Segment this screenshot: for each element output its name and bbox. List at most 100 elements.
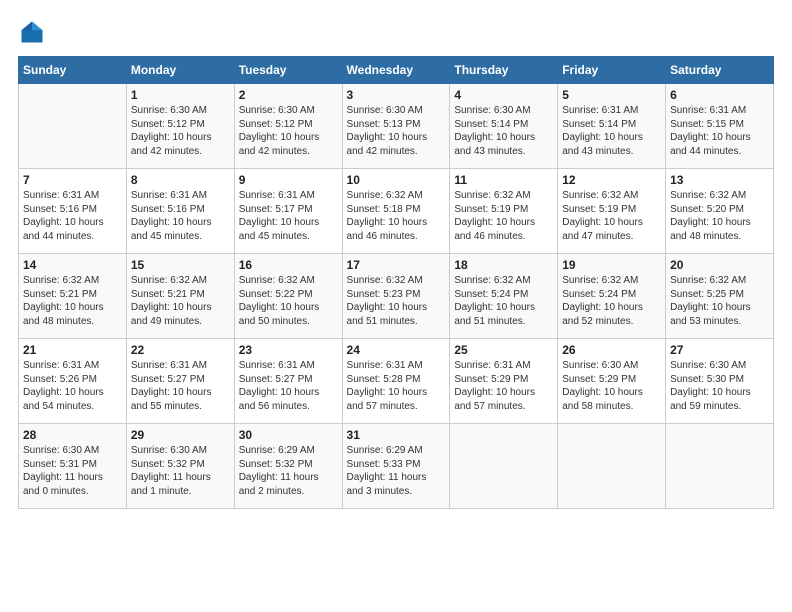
day-info: Sunrise: 6:30 AM Sunset: 5:30 PM Dayligh… [670, 359, 769, 413]
day-info: Sunrise: 6:32 AM Sunset: 5:19 PM Dayligh… [454, 189, 553, 243]
day-info: Sunrise: 6:30 AM Sunset: 5:31 PM Dayligh… [23, 444, 122, 498]
calendar-cell: 4Sunrise: 6:30 AM Sunset: 5:14 PM Daylig… [450, 84, 558, 169]
day-number: 29 [131, 428, 230, 442]
day-number: 19 [562, 258, 661, 272]
day-info: Sunrise: 6:32 AM Sunset: 5:19 PM Dayligh… [562, 189, 661, 243]
day-number: 13 [670, 173, 769, 187]
logo [18, 18, 50, 46]
calendar-cell [666, 424, 774, 509]
day-info: Sunrise: 6:32 AM Sunset: 5:23 PM Dayligh… [347, 274, 446, 328]
calendar-body: 1 Sunrise: 6:30 AM Sunset: 5:12 PM Daylig… [19, 84, 774, 509]
calendar-cell: 10 Sunrise: 6:32 AM Sunset: 5:18 PM Dayli… [342, 169, 450, 254]
day-number: 6 [670, 88, 769, 102]
day-info: Sunrise: 6:31 AM Sunset: 5:26 PM Dayligh… [23, 359, 122, 413]
day-number: 15 [131, 258, 230, 272]
day-number: 9 [239, 173, 338, 187]
day-number: 11 [454, 173, 553, 187]
calendar-cell: 13 Sunrise: 6:32 AM Sunset: 5:20 PM Dayli… [666, 169, 774, 254]
day-info: Sunrise: 6:32 AM Sunset: 5:22 PM Dayligh… [239, 274, 338, 328]
day-info: Sunrise: 6:29 AM Sunset: 5:33 PM Dayligh… [347, 444, 446, 498]
day-number: 18 [454, 258, 553, 272]
calendar-cell: 31 Sunrise: 6:29 AM Sunset: 5:33 PM Dayli… [342, 424, 450, 509]
day-number: 8 [131, 173, 230, 187]
calendar-cell: 20 Sunrise: 6:32 AM Sunset: 5:25 PM Dayli… [666, 254, 774, 339]
day-number: 30 [239, 428, 338, 442]
day-info: Sunrise: 6:30 AM Sunset: 5:13 PM Dayligh… [347, 104, 446, 158]
week-row-2: 7 Sunrise: 6:31 AM Sunset: 5:16 PM Daylig… [19, 169, 774, 254]
day-info: Sunrise: 6:32 AM Sunset: 5:21 PM Dayligh… [23, 274, 122, 328]
day-info: Sunrise: 6:31 AM Sunset: 5:28 PM Dayligh… [347, 359, 446, 413]
day-number: 3 [347, 88, 446, 102]
column-header-saturday: Saturday [666, 57, 774, 84]
day-number: 7 [23, 173, 122, 187]
day-number: 16 [239, 258, 338, 272]
calendar-cell: 17 Sunrise: 6:32 AM Sunset: 5:23 PM Dayli… [342, 254, 450, 339]
calendar-cell: 16 Sunrise: 6:32 AM Sunset: 5:22 PM Dayli… [234, 254, 342, 339]
day-number: 31 [347, 428, 446, 442]
day-info: Sunrise: 6:31 AM Sunset: 5:15 PM Dayligh… [670, 104, 769, 158]
calendar-cell: 19 Sunrise: 6:32 AM Sunset: 5:24 PM Dayli… [558, 254, 666, 339]
day-info: Sunrise: 6:30 AM Sunset: 5:12 PM Dayligh… [131, 104, 230, 158]
calendar-table: SundayMondayTuesdayWednesdayThursdayFrid… [18, 56, 774, 509]
day-info: Sunrise: 6:31 AM Sunset: 5:17 PM Dayligh… [239, 189, 338, 243]
day-number: 1 [131, 88, 230, 102]
calendar-cell [450, 424, 558, 509]
day-number: 12 [562, 173, 661, 187]
week-row-4: 21Sunrise: 6:31 AM Sunset: 5:26 PM Dayli… [19, 339, 774, 424]
day-info: Sunrise: 6:31 AM Sunset: 5:16 PM Dayligh… [131, 189, 230, 243]
calendar-cell: 5Sunrise: 6:31 AM Sunset: 5:14 PM Daylig… [558, 84, 666, 169]
calendar-cell: 7 Sunrise: 6:31 AM Sunset: 5:16 PM Daylig… [19, 169, 127, 254]
calendar-cell: 14 Sunrise: 6:32 AM Sunset: 5:21 PM Dayli… [19, 254, 127, 339]
day-number: 17 [347, 258, 446, 272]
day-number: 2 [239, 88, 338, 102]
page-header [18, 18, 774, 46]
day-info: Sunrise: 6:30 AM Sunset: 5:32 PM Dayligh… [131, 444, 230, 498]
day-number: 5 [562, 88, 661, 102]
calendar-cell: 3 Sunrise: 6:30 AM Sunset: 5:13 PM Daylig… [342, 84, 450, 169]
day-number: 26 [562, 343, 661, 357]
day-info: Sunrise: 6:29 AM Sunset: 5:32 PM Dayligh… [239, 444, 338, 498]
calendar-cell: 26 Sunrise: 6:30 AM Sunset: 5:29 PM Dayli… [558, 339, 666, 424]
day-number: 27 [670, 343, 769, 357]
day-info: Sunrise: 6:32 AM Sunset: 5:24 PM Dayligh… [562, 274, 661, 328]
column-header-sunday: Sunday [19, 57, 127, 84]
day-number: 24 [347, 343, 446, 357]
day-info: Sunrise: 6:30 AM Sunset: 5:12 PM Dayligh… [239, 104, 338, 158]
calendar-cell: 27 Sunrise: 6:30 AM Sunset: 5:30 PM Dayli… [666, 339, 774, 424]
column-header-wednesday: Wednesday [342, 57, 450, 84]
column-header-friday: Friday [558, 57, 666, 84]
day-info: Sunrise: 6:31 AM Sunset: 5:29 PM Dayligh… [454, 359, 553, 413]
calendar-cell: 21Sunrise: 6:31 AM Sunset: 5:26 PM Dayli… [19, 339, 127, 424]
week-row-1: 1 Sunrise: 6:30 AM Sunset: 5:12 PM Daylig… [19, 84, 774, 169]
day-number: 28 [23, 428, 122, 442]
week-row-5: 28 Sunrise: 6:30 AM Sunset: 5:31 PM Dayli… [19, 424, 774, 509]
day-info: Sunrise: 6:32 AM Sunset: 5:24 PM Dayligh… [454, 274, 553, 328]
calendar-cell: 12 Sunrise: 6:32 AM Sunset: 5:19 PM Dayli… [558, 169, 666, 254]
calendar-cell: 30 Sunrise: 6:29 AM Sunset: 5:32 PM Dayli… [234, 424, 342, 509]
day-number: 14 [23, 258, 122, 272]
calendar-cell: 22Sunrise: 6:31 AM Sunset: 5:27 PM Dayli… [126, 339, 234, 424]
day-info: Sunrise: 6:31 AM Sunset: 5:27 PM Dayligh… [239, 359, 338, 413]
day-info: Sunrise: 6:31 AM Sunset: 5:16 PM Dayligh… [23, 189, 122, 243]
column-header-thursday: Thursday [450, 57, 558, 84]
calendar-cell: 25 Sunrise: 6:31 AM Sunset: 5:29 PM Dayli… [450, 339, 558, 424]
day-info: Sunrise: 6:30 AM Sunset: 5:29 PM Dayligh… [562, 359, 661, 413]
day-number: 23 [239, 343, 338, 357]
day-number: 10 [347, 173, 446, 187]
calendar-cell: 18 Sunrise: 6:32 AM Sunset: 5:24 PM Dayli… [450, 254, 558, 339]
day-number: 25 [454, 343, 553, 357]
logo-icon [18, 18, 46, 46]
calendar-cell [19, 84, 127, 169]
day-info: Sunrise: 6:30 AM Sunset: 5:14 PM Dayligh… [454, 104, 553, 158]
day-info: Sunrise: 6:32 AM Sunset: 5:20 PM Dayligh… [670, 189, 769, 243]
day-number: 20 [670, 258, 769, 272]
calendar-cell: 11 Sunrise: 6:32 AM Sunset: 5:19 PM Dayli… [450, 169, 558, 254]
column-header-monday: Monday [126, 57, 234, 84]
day-info: Sunrise: 6:31 AM Sunset: 5:27 PM Dayligh… [131, 359, 230, 413]
calendar-cell: 29 Sunrise: 6:30 AM Sunset: 5:32 PM Dayli… [126, 424, 234, 509]
day-info: Sunrise: 6:32 AM Sunset: 5:25 PM Dayligh… [670, 274, 769, 328]
calendar-cell [558, 424, 666, 509]
calendar-cell: 9 Sunrise: 6:31 AM Sunset: 5:17 PM Daylig… [234, 169, 342, 254]
day-info: Sunrise: 6:32 AM Sunset: 5:18 PM Dayligh… [347, 189, 446, 243]
calendar-cell: 1 Sunrise: 6:30 AM Sunset: 5:12 PM Daylig… [126, 84, 234, 169]
